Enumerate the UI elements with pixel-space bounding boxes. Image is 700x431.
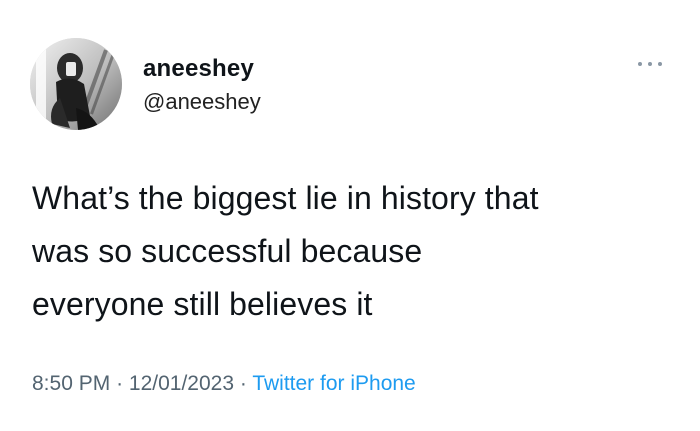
display-name[interactable]: aneeshey — [143, 55, 254, 83]
tweet-card: aneeshey @aneeshey What’s the biggest li… — [0, 0, 700, 431]
meta-separator: · — [116, 372, 124, 395]
tweet-meta: 8:50 PM · 12/01/2023 · Twitter for iPhon… — [32, 372, 416, 396]
tweet-text-line: What’s the biggest lie in history that — [32, 180, 539, 216]
tweet-date[interactable]: 12/01/2023 — [129, 372, 234, 395]
dot — [648, 62, 652, 66]
avatar[interactable] — [30, 38, 122, 130]
profile-photo-avatar-icon — [30, 38, 122, 130]
dot — [658, 62, 662, 66]
tweet-time[interactable]: 8:50 PM — [32, 372, 110, 395]
meta-separator: · — [239, 372, 247, 395]
more-options-icon[interactable] — [638, 58, 662, 70]
tweet-text-line: everyone still believes it — [32, 286, 373, 322]
dot — [638, 62, 642, 66]
user-handle[interactable]: @aneeshey — [143, 89, 261, 115]
tweet-source-link[interactable]: Twitter for iPhone — [252, 372, 415, 395]
tweet-text-line: was so successful because — [32, 233, 423, 269]
tweet-text: What’s the biggest lie in history that w… — [32, 172, 682, 331]
